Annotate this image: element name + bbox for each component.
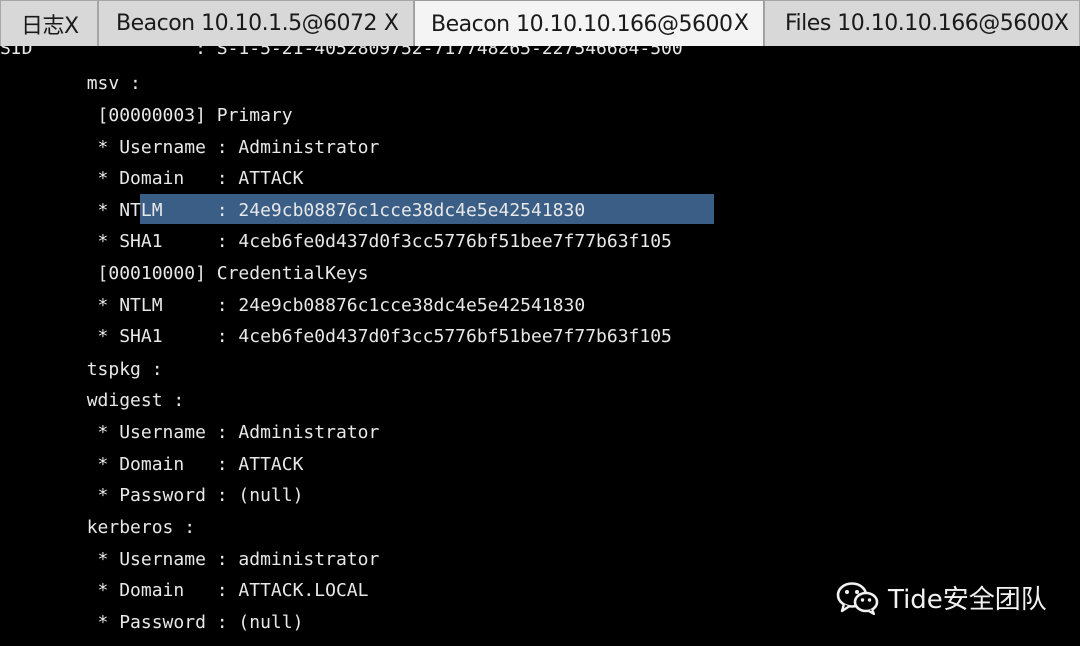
tab-label: 日志X xyxy=(21,13,79,39)
terminal-line: [00010000] CredentialKeys xyxy=(0,263,369,284)
tab-bar: 日志X Beacon 10.10.1.5@6072 X Beacon 10.10… xyxy=(0,0,1080,47)
tab-files-10-10-10-166[interactable]: Files 10.10.10.166@5600 X xyxy=(764,0,1080,46)
terminal-line: [00000003] Primary xyxy=(0,105,293,126)
terminal-line: wdigest : xyxy=(0,390,185,411)
terminal-line: tspkg : xyxy=(0,359,163,380)
terminal-line: * SHA1 : 4ceb6fe0d437d0f3cc5776bf51bee7f… xyxy=(0,326,672,347)
terminal-line-highlighted[interactable]: * NTLM : 24e9cb08876c1cce38dc4e5e4254183… xyxy=(0,199,586,223)
terminal-line: * Domain : ATTACK xyxy=(0,168,304,189)
tab-label: Beacon 10.10.1.5@6072 xyxy=(116,11,378,36)
terminal-line: * SHA1 : 4ceb6fe0d437d0f3cc5776bf51bee7f… xyxy=(0,231,672,252)
terminal-line: * Username : administrator xyxy=(0,549,380,570)
watermark: Tide安全团队 xyxy=(836,579,1047,616)
terminal-line: * Password : (null) xyxy=(0,612,304,633)
tab-close-button[interactable]: X xyxy=(734,11,749,36)
tab-log[interactable]: 日志X xyxy=(0,0,98,46)
terminal-line: * Domain : ATTACK.LOCAL xyxy=(0,580,369,601)
terminal-line: msv : xyxy=(0,73,141,94)
tab-beacon-10-10-1-5[interactable]: Beacon 10.10.1.5@6072 X xyxy=(98,0,414,46)
terminal-output[interactable]: SID : S-1-5-21-4052809752-717748265-2275… xyxy=(0,46,1080,646)
terminal-line: kerberos : xyxy=(0,517,196,538)
tab-beacon-10-10-10-166[interactable]: Beacon 10.10.10.166@5600 X xyxy=(414,0,764,47)
terminal-line: * Domain : ATTACK xyxy=(0,454,304,475)
watermark-text: Tide安全团队 xyxy=(888,585,1047,615)
terminal-line: * NTLM : 24e9cb08876c1cce38dc4e5e4254183… xyxy=(0,295,586,316)
terminal-line: * Username : Administrator xyxy=(0,422,380,443)
tab-label: Beacon 10.10.10.166@5600 xyxy=(431,11,733,37)
tab-label: Files 10.10.10.166@5600 xyxy=(785,11,1054,36)
terminal-line: * Username : Administrator xyxy=(0,137,380,158)
tab-close-button[interactable]: X xyxy=(1054,11,1069,36)
terminal-line: SID : S-1-5-21-4052809752-717748265-2275… xyxy=(0,46,683,59)
terminal-line: * Password : (null) xyxy=(0,485,304,506)
wechat-icon xyxy=(836,581,879,615)
tab-close-button[interactable]: X xyxy=(384,11,399,36)
